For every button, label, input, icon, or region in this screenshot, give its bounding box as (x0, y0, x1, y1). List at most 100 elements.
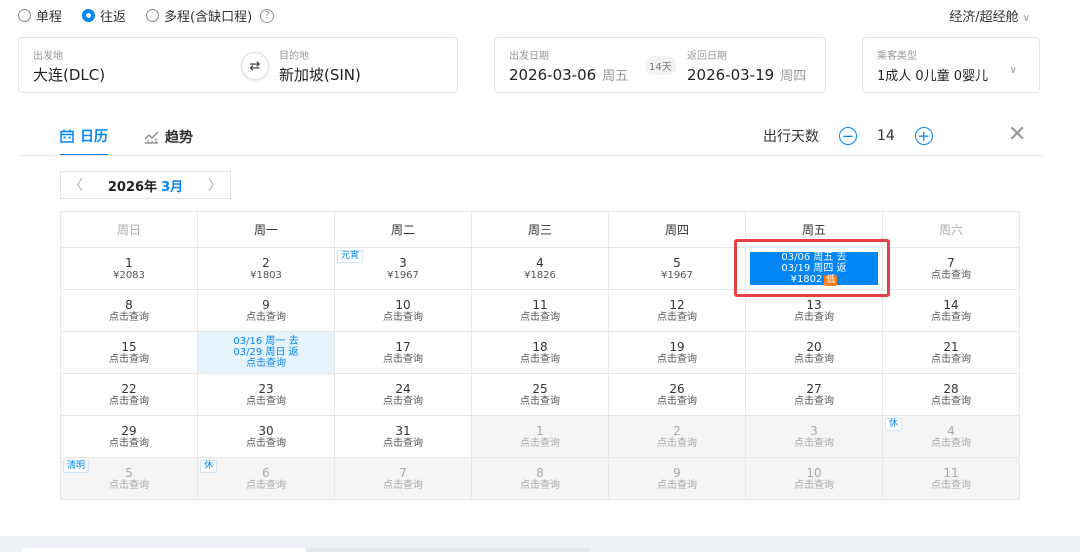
calendar-day-cell[interactable]: 8 点击查询 (471, 457, 609, 500)
calendar-week-row: 5 点击查询 清明 6 点击查询休 7 点击查询 8 点击查询 9 点击查询 10 点击查询 11 点击查询 (60, 457, 1020, 500)
route-box: 出发地 大连(DLC) ⇄ 目的地 新加坡(SIN) (18, 37, 458, 93)
day-price: 点击查询 (931, 311, 971, 323)
calendar-day-cell[interactable]: 4 ¥1826 (471, 247, 609, 290)
calendar-day-cell[interactable]: 5 ¥1967 (608, 247, 746, 290)
passenger-label: 乘客类型 (877, 51, 917, 62)
calendar-day-cell[interactable]: 6 点击查询 休 (197, 457, 335, 500)
trip-duration-control: 出行天数 − 14 + (763, 126, 953, 146)
tab-calendar[interactable]: 日历 (60, 126, 108, 156)
calendar-day-cell[interactable]: 10 点击查询 (745, 457, 883, 500)
day-price: 点击查询 (794, 311, 834, 323)
close-icon[interactable]: ✕ (1008, 124, 1026, 146)
footer-tab[interactable] (306, 548, 590, 552)
calendar-day-cell[interactable]: 19 点击查询 (608, 331, 746, 374)
day-price: 点击查询 (794, 395, 834, 407)
calendar-day-cell[interactable]: 2 点击查询 (608, 415, 746, 458)
next-month-button[interactable]: 〉 (200, 175, 230, 195)
calendar-day-cell[interactable]: 21 点击查询 (882, 331, 1020, 374)
calendar-day-cell[interactable]: 10 点击查询 (334, 289, 472, 332)
destination-field[interactable]: 目的地 新加坡(SIN) (271, 38, 457, 92)
calendar-day-cell[interactable]: 1 ¥2083 (60, 247, 198, 290)
calendar-day-cell[interactable]: 4 点击查询 休 (882, 415, 1020, 458)
decrease-days-button[interactable]: − (839, 127, 857, 145)
calendar-day-cell[interactable]: 3 ¥1967 元宵 (334, 247, 472, 290)
calendar-day-cell[interactable]: 27 点击查询 (745, 373, 883, 416)
return-text: 03/29 周日 返 (233, 347, 299, 358)
day-price: 点击查询 (520, 437, 560, 449)
day-price: 点击查询 (246, 358, 286, 369)
tab-trend[interactable]: 趋势 (144, 126, 193, 156)
duration-value: 14 (877, 128, 895, 144)
trip-type-label: 多程(含缺口程) (164, 10, 253, 25)
calendar-day-cell[interactable]: 26 点击查询 (608, 373, 746, 416)
calendar-day-cell[interactable]: 29 点击查询 (60, 415, 198, 458)
calendar-day-cell[interactable]: 11 点击查询 (471, 289, 609, 332)
calendar-day-cell[interactable]: 25 点击查询 (471, 373, 609, 416)
calendar-day-cell[interactable]: 31 点击查询 (334, 415, 472, 458)
return-date-field[interactable]: 返回日期 2026-03-19 周四 (675, 38, 825, 92)
calendar-day-cell[interactable]: 14 点击查询 (882, 289, 1020, 332)
calendar-day-cell[interactable]: 2 ¥1803 (197, 247, 335, 290)
calendar-day-cell[interactable]: 30 点击查询 (197, 415, 335, 458)
day-price: ¥1967 (387, 269, 419, 281)
calendar-day-cell[interactable]: 3 点击查询 (745, 415, 883, 458)
prev-month-button[interactable]: 〈 (61, 175, 91, 195)
trip-type-oneway[interactable]: 单程 (18, 6, 62, 25)
calendar-day-cell[interactable]: 7 点击查询 (882, 247, 1020, 290)
year-label: 2026年 (107, 179, 158, 195)
calendar-day-cell[interactable]: 18 点击查询 (471, 331, 609, 374)
calendar-day-cell[interactable]: 15 点击查询 (60, 331, 198, 374)
calendar-day-cell[interactable]: 12 点击查询 (608, 289, 746, 332)
footer-bar (0, 536, 1080, 552)
calendar-day-cell[interactable]: 24 点击查询 (334, 373, 472, 416)
holiday-tag: 元宵 (337, 250, 364, 263)
day-price: 点击查询 (931, 353, 971, 365)
calendar-day-cell[interactable]: 13 点击查询 (745, 289, 883, 332)
swap-cities-button[interactable]: ⇄ (241, 52, 269, 80)
calendar-day-cell[interactable]: 9 点击查询 (608, 457, 746, 500)
day-price: 点击查询 (794, 437, 834, 449)
calendar-day-cell[interactable]: 03/16 周一 去 03/29 周日 返点击查询 (197, 331, 335, 374)
calendar-day-cell[interactable]: 20 点击查询 (745, 331, 883, 374)
footer-tab[interactable] (22, 548, 306, 552)
return-label: 返回日期 (687, 51, 727, 62)
day-price: ¥1803 (250, 269, 282, 281)
calendar-day-cell[interactable]: 22 点击查询 (60, 373, 198, 416)
depart-date-field[interactable]: 出发日期 2026-03-06 周五 (495, 38, 645, 92)
day-number: 30 (258, 423, 274, 438)
day-number: 10 (395, 297, 411, 312)
cabin-select[interactable]: 经济/超经舱 ∨ (949, 6, 1030, 25)
price-calendar: 周日 周一 周二 周三 周四 周五 周六 1 ¥2083 2 ¥1803 3 ¥1967 元宵 4 ¥182… (60, 211, 1020, 500)
day-price: 点击查询 (794, 353, 834, 365)
calendar-day-cell[interactable]: 1 点击查询 (471, 415, 609, 458)
trip-type-roundtrip[interactable]: 往返 (82, 6, 126, 25)
help-icon[interactable]: ? (260, 8, 275, 23)
day-number: 1 (125, 255, 133, 270)
calendar-day-cell[interactable]: 28 点击查询 (882, 373, 1020, 416)
holiday-tag: 休 (885, 418, 903, 431)
day-number: 8 (536, 465, 544, 480)
calendar-day-cell[interactable]: 9 点击查询 (197, 289, 335, 332)
day-number: 20 (806, 339, 822, 354)
increase-days-button[interactable]: + (914, 127, 933, 145)
calendar-day-cell[interactable]: 03/06 周五 去 03/19 周四 返 ¥1802 低 (745, 247, 883, 290)
calendar-day-cell[interactable]: 5 点击查询 清明 (60, 457, 198, 500)
day-number: 7 (947, 255, 955, 270)
calendar-day-cell[interactable]: 23 点击查询 (197, 373, 335, 416)
day-price: 点击查询 (109, 479, 149, 491)
calendar-day-cell[interactable]: 8 点击查询 (60, 289, 198, 332)
day-number: 26 (669, 381, 685, 396)
day-price: 点击查询 (931, 479, 971, 491)
day-number: 22 (121, 381, 137, 396)
calendar-day-cell[interactable]: 11 点击查询 (882, 457, 1020, 500)
weekday-header: 周三 (471, 211, 609, 248)
day-number: 15 (121, 339, 137, 354)
calendar-day-cell[interactable]: 7 点击查询 (334, 457, 472, 500)
calendar-day-cell[interactable]: 17 点击查询 (334, 331, 472, 374)
day-price: 点击查询 (657, 311, 697, 323)
day-number: 3 (810, 423, 818, 438)
origin-field[interactable]: 出发地 大连(DLC) (19, 38, 239, 92)
passenger-field[interactable]: 乘客类型 1成人 0儿童 0婴儿 ∨ (862, 37, 1040, 93)
selected-day-box[interactable]: 03/06 周五 去 03/19 周四 返 ¥1802 低 (750, 252, 878, 286)
trip-type-multi[interactable]: 多程(含缺口程) (146, 6, 252, 25)
